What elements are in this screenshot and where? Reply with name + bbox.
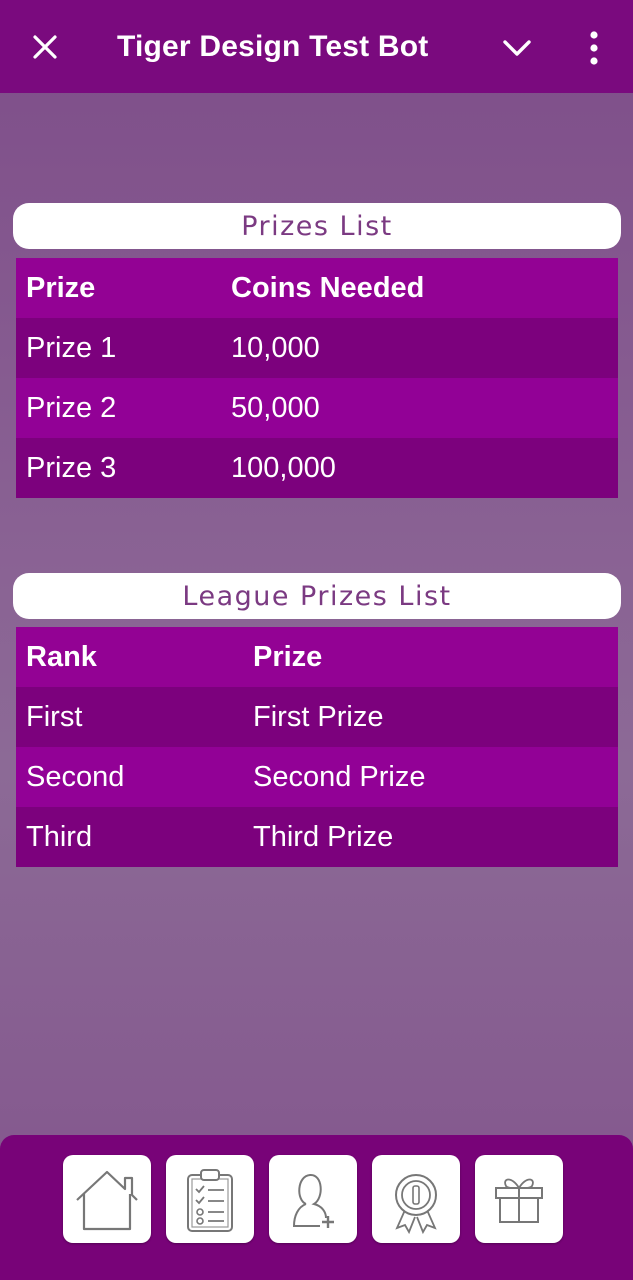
prizes-table: Prize Coins Needed Prize 1 10,000 Prize … <box>16 258 618 498</box>
coins-needed: 100,000 <box>231 451 336 484</box>
coins-needed: 10,000 <box>231 331 320 364</box>
column-header-prize: Prize <box>253 640 323 673</box>
rank: Third <box>26 820 93 853</box>
league-prizes-table: Rank Prize First First Prize Second Seco… <box>16 627 618 867</box>
table-row: Prize 3 100,000 <box>16 438 618 498</box>
nav-home-button[interactable] <box>63 1155 151 1243</box>
prize-name: Prize 2 <box>26 391 117 424</box>
rank: First <box>26 700 83 733</box>
prize-name: Prize 3 <box>26 451 117 484</box>
table-row: Second Second Prize <box>16 747 618 807</box>
league-prize: Second Prize <box>253 760 426 793</box>
home-icon <box>76 1170 138 1231</box>
chevron-down-icon[interactable] <box>500 33 534 63</box>
nav-rewards-button[interactable] <box>372 1155 460 1243</box>
rank: Second <box>26 760 125 793</box>
nav-gift-button[interactable] <box>475 1155 563 1243</box>
gift-icon <box>495 1178 543 1223</box>
table-row: First First Prize <box>16 687 618 747</box>
clipboard-checklist-icon <box>187 1169 233 1232</box>
column-header-coins-needed: Coins Needed <box>231 271 425 304</box>
prize-name: Prize 1 <box>26 331 117 364</box>
top-app-bar: Tiger Design Test Bot <box>0 0 633 93</box>
more-vertical-icon[interactable] <box>584 30 604 66</box>
prizes-list-heading: Prizes List <box>13 203 621 249</box>
league-prize: First Prize <box>253 700 384 733</box>
table-row: Prize 1 10,000 <box>16 318 618 378</box>
table-row: Third Third Prize <box>16 807 618 867</box>
award-badge-icon <box>395 1174 437 1235</box>
bottom-navigation <box>0 1135 633 1280</box>
table-header-row: Prize Coins Needed <box>16 258 618 318</box>
league-prize: Third Prize <box>253 820 394 853</box>
coins-needed: 50,000 <box>231 391 320 424</box>
table-row: Prize 2 50,000 <box>16 378 618 438</box>
nav-tasks-button[interactable] <box>166 1155 254 1243</box>
app-title: Tiger Design Test Bot <box>117 30 429 63</box>
column-header-prize: Prize <box>26 271 96 304</box>
table-header-row: Rank Prize <box>16 627 618 687</box>
column-header-rank: Rank <box>26 640 97 673</box>
league-prizes-list-heading: League Prizes List <box>13 573 621 619</box>
add-user-icon <box>292 1173 334 1228</box>
close-icon[interactable] <box>28 30 62 64</box>
nav-add-user-button[interactable] <box>269 1155 357 1243</box>
